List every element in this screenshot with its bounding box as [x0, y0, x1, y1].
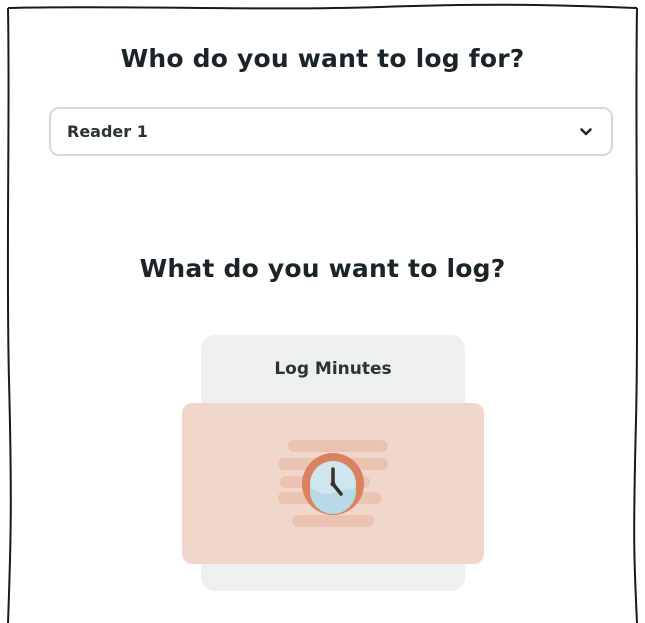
clock-icon — [302, 453, 364, 515]
log-minutes-illustration — [182, 403, 484, 564]
what-to-log-heading: What do you want to log? — [139, 254, 506, 283]
log-minutes-label: Log Minutes — [274, 359, 392, 379]
who-to-log-heading: Who do you want to log for? — [120, 44, 525, 73]
reader-select-value: Reader 1 — [67, 122, 148, 141]
reader-select[interactable]: Reader 1 — [49, 107, 613, 156]
log-minutes-option-card[interactable]: Log Minutes — [182, 335, 484, 591]
chevron-down-icon — [579, 125, 593, 139]
